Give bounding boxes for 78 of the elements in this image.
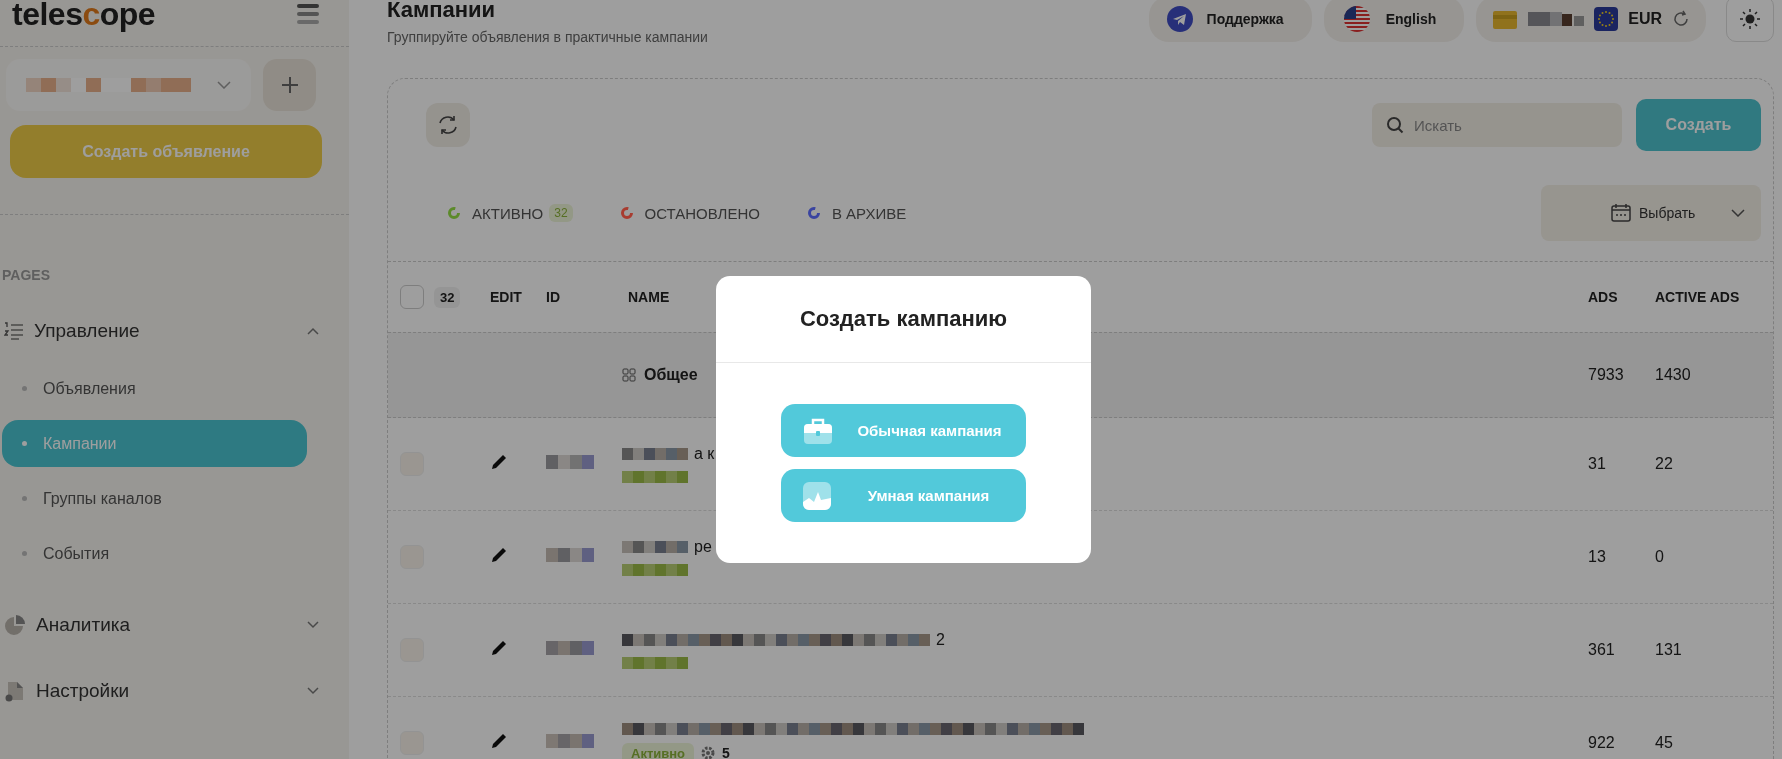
select-all-checkbox[interactable]: [400, 285, 424, 309]
briefcase-icon: [803, 416, 833, 445]
calendar-icon: [1611, 204, 1631, 222]
gear-icon: [700, 745, 717, 759]
redacted-drawing: [622, 448, 688, 460]
status-badge: Активно: [622, 742, 695, 759]
table-cell-text: 0: [1655, 548, 1665, 566]
currency-label: EUR: [1628, 10, 1662, 28]
list-icon: [4, 322, 24, 340]
campaign-name: ре: [694, 538, 712, 556]
count-badge: 32: [549, 204, 573, 222]
chevron-down-icon: [1731, 209, 1745, 217]
redacted-drawing: [622, 541, 688, 553]
table-cell-text: 13: [1588, 548, 1607, 566]
redacted-drawing: [622, 657, 688, 669]
section-label: PAGES: [1, 266, 51, 283]
pencil-icon[interactable]: [490, 639, 508, 657]
page-subtitle: Группируйте объявления в практичные кампании: [387, 29, 708, 45]
nav-item[interactable]: Группы каналов: [2, 475, 307, 522]
dialog-title: Создать кампанию: [716, 276, 1091, 363]
wallet-icon: [1492, 8, 1519, 30]
table-cell-text: 22: [1655, 455, 1674, 473]
pencil-icon[interactable]: [490, 453, 508, 471]
add-button[interactable]: [263, 59, 316, 111]
page-title: Кампании: [387, 0, 497, 23]
redacted-drawing: [1528, 12, 1585, 26]
column-header: EDIT: [490, 289, 523, 305]
paper-plane-icon: [1166, 6, 1193, 32]
refresh-icon[interactable]: [1672, 10, 1690, 28]
plus-icon: [280, 76, 299, 94]
table-cell-text: 7933: [1588, 366, 1625, 384]
chevron-down-icon: [217, 81, 231, 89]
selected-count: 32: [434, 286, 461, 308]
euro-flag-icon: [1594, 7, 1619, 31]
redacted-drawing: [622, 564, 688, 576]
chevron-icon: [307, 621, 319, 629]
search-field[interactable]: Искать: [1372, 103, 1622, 147]
pencil-icon[interactable]: [490, 546, 508, 564]
menu-icon[interactable]: [297, 4, 319, 24]
campaign-name: а к: [694, 445, 715, 463]
rules-count: 5: [722, 745, 730, 759]
logo[interactable]: telescope: [12, 0, 156, 33]
chevron-icon: [307, 327, 319, 335]
column-header: ID: [546, 289, 561, 305]
column-header: ADS: [1588, 289, 1619, 305]
pencil-icon[interactable]: [490, 732, 508, 750]
status-tab[interactable]: ОСТАНОВЛЕНО: [620, 197, 760, 229]
theme-toggle-button[interactable]: [1726, 0, 1774, 42]
table-cell-text: 131: [1655, 641, 1683, 659]
table-cell-text: 361: [1588, 641, 1616, 659]
table-cell-text: 31: [1588, 455, 1607, 473]
status-tab[interactable]: В АРХИВЕ: [807, 197, 907, 229]
date-select[interactable]: Выбрать: [1541, 185, 1761, 241]
redacted-drawing: [622, 471, 688, 483]
nav-group[interactable]: Настройки: [0, 673, 349, 709]
refresh-button[interactable]: [426, 103, 470, 147]
table-cell-text: 1430: [1655, 366, 1692, 384]
table-cell-text: 45: [1655, 734, 1674, 752]
table-cell-text: 922: [1588, 734, 1616, 752]
refresh-icon: [437, 114, 459, 136]
status-tab[interactable]: АКТИВНО 32: [448, 197, 573, 229]
column-header: NAME: [628, 289, 671, 305]
chevron-icon: [307, 687, 319, 695]
nav-group[interactable]: Аналитика: [0, 607, 349, 643]
search-icon: [1386, 116, 1404, 134]
nav-item[interactable]: Объявления: [2, 365, 307, 412]
column-header: ACTIVE ADS: [1655, 289, 1741, 305]
language-button[interactable]: English: [1323, 0, 1465, 42]
grid-icon: [622, 368, 636, 382]
nav-item[interactable]: События: [2, 530, 307, 577]
nav-group[interactable]: Управление: [0, 313, 349, 349]
document-icon: [4, 680, 26, 702]
campaign-name: 2: [936, 631, 945, 649]
pie-chart-icon: [4, 614, 26, 636]
table-cell: Общее: [644, 366, 698, 384]
sun-icon: [1739, 8, 1761, 30]
support-button[interactable]: Поддержка: [1148, 0, 1312, 42]
chart-icon: [803, 481, 831, 510]
